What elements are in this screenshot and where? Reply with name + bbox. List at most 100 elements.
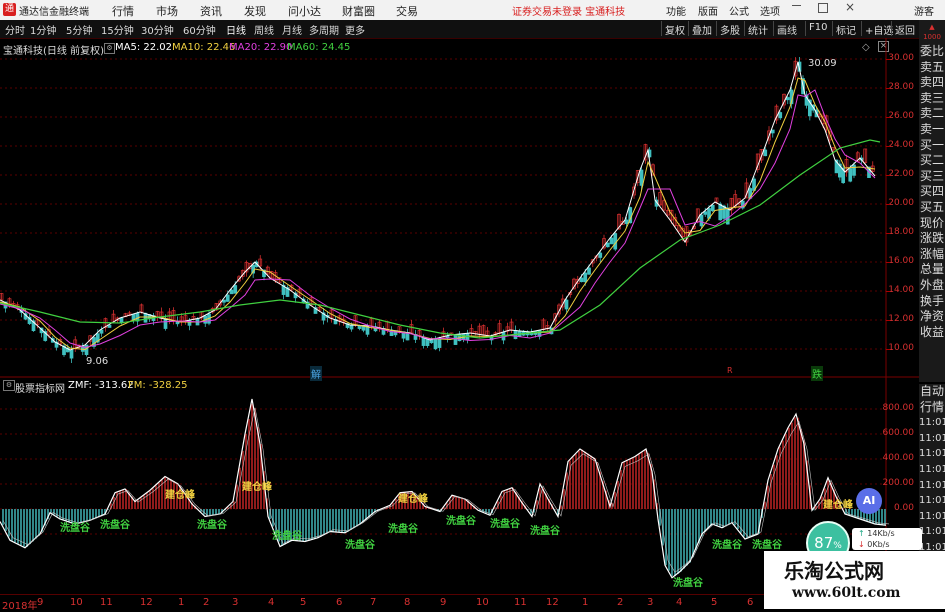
candlestick	[565, 300, 568, 309]
indicator-bar	[458, 497, 460, 509]
valley-annotation: 洗盘谷	[712, 536, 742, 551]
ai-assistant-button[interactable]: AI	[856, 488, 882, 514]
time-entry: 11:01	[919, 415, 945, 431]
candlestick	[223, 300, 226, 302]
side-panel-item[interactable]: 委比	[919, 44, 945, 60]
date-tick: 2	[203, 597, 209, 608]
side-header-value: 1000	[919, 32, 945, 42]
date-tick: 10	[476, 597, 489, 608]
side-panel-item[interactable]: 买四	[919, 184, 945, 200]
peak-annotation: 建仓峰	[398, 490, 428, 505]
side-panel-item[interactable]: 净资	[919, 309, 945, 325]
date-tick: 4	[268, 597, 274, 608]
time-entry: 11:01	[919, 478, 945, 494]
indicator-bar	[239, 468, 241, 509]
indicator-bar	[320, 509, 322, 537]
date-tick: 6	[336, 597, 342, 608]
side-panel-item[interactable]: 收益	[919, 325, 945, 341]
download-rate: ↓ 0Kb/s	[858, 539, 922, 550]
indicator-bar	[359, 509, 361, 525]
indicator-bar	[593, 458, 595, 509]
price-tick: 14.00	[874, 285, 914, 295]
side-panel-item[interactable]: 卖三	[919, 91, 945, 107]
indicator-bar	[707, 509, 709, 529]
indicator-bar	[452, 495, 454, 509]
ma20-line	[0, 90, 875, 348]
indicator-bar	[638, 454, 640, 509]
indicator-bar	[338, 509, 340, 532]
side-panel-item[interactable]: 外盘	[919, 278, 945, 294]
indicator-bar	[689, 509, 691, 563]
candlestick	[584, 273, 587, 282]
side-panel-item[interactable]: 现价	[919, 216, 945, 232]
date-tick: 12	[140, 597, 153, 608]
candlestick	[779, 113, 782, 118]
time-entry: 11:01	[919, 446, 945, 462]
r-marker[interactable]: R	[727, 366, 733, 375]
side-panel-item[interactable]: 买三	[919, 169, 945, 185]
drop-marker[interactable]: 跌	[811, 366, 823, 381]
indicator-bar	[461, 498, 463, 509]
side-panel-item[interactable]: 自动	[919, 384, 945, 400]
candlestick	[430, 340, 433, 343]
candlestick	[234, 286, 237, 294]
speed-value: 87	[814, 534, 833, 552]
date-tick: 9	[37, 597, 43, 608]
indicator-bar	[329, 509, 331, 532]
side-panel-item[interactable]: 行情	[919, 400, 945, 416]
indicator-bar	[26, 509, 28, 547]
indicator-bar	[749, 509, 751, 537]
date-tick: 5	[711, 597, 717, 608]
indicator-bar	[731, 509, 733, 523]
indicator-bar	[635, 457, 637, 510]
indicator-bar	[797, 418, 799, 509]
indicator-bar	[317, 509, 319, 538]
indicator-bar	[641, 452, 643, 509]
side-panel-item[interactable]: 买一	[919, 138, 945, 154]
indicator-tick: 600.00	[874, 428, 914, 438]
indicator-bar	[500, 495, 502, 509]
price-tick-mark	[886, 204, 890, 205]
indicator-bar	[32, 509, 34, 541]
indicator-bar	[692, 509, 694, 557]
price-tick: 10.00	[874, 343, 914, 353]
side-panel-item[interactable]: 涨幅	[919, 247, 945, 263]
high-price-label: 30.09	[808, 58, 837, 69]
indicator-bar	[305, 509, 307, 542]
price-tick: 22.00	[874, 169, 914, 179]
price-tick: 28.00	[874, 82, 914, 92]
indicator-bar	[794, 417, 796, 509]
unlock-marker[interactable]: 解	[310, 366, 322, 381]
indicator-tick: 800.00	[874, 403, 914, 413]
candlestick	[108, 325, 111, 327]
date-tick: 12	[546, 597, 559, 608]
side-header-arrow[interactable]: ▲	[919, 22, 945, 32]
side-panel-item[interactable]: 卖一	[919, 122, 945, 138]
network-speed-box: ↑ 14Kb/s ↓ 0Kb/s	[852, 528, 922, 550]
side-panel-item[interactable]: 买五	[919, 200, 945, 216]
side-panel-item[interactable]: 卖二	[919, 106, 945, 122]
indicator-bar	[233, 502, 235, 510]
valley-annotation: 洗盘谷	[530, 522, 560, 537]
price-tick-mark	[886, 88, 890, 89]
candlestick	[625, 220, 628, 224]
indicator-bar	[701, 509, 703, 536]
candlestick	[771, 130, 774, 133]
side-panel-item[interactable]: 涨跌	[919, 231, 945, 247]
valley-annotation: 洗盘谷	[490, 515, 520, 530]
date-tick: 9	[440, 597, 446, 608]
side-panel-item[interactable]: 买二	[919, 153, 945, 169]
side-panel-item[interactable]: 总量	[919, 262, 945, 278]
date-tick: 11	[100, 597, 113, 608]
candlesticks	[0, 57, 874, 363]
side-panel-item[interactable]: 卖五	[919, 60, 945, 76]
watermark-title: 乐淘公式网	[784, 555, 884, 584]
side-panel-item[interactable]: 换手	[919, 294, 945, 310]
indicator-settings-icon[interactable]: ⚙	[3, 380, 15, 391]
side-panel-item[interactable]: 卖四	[919, 75, 945, 91]
price-tick: 24.00	[874, 140, 914, 150]
indicator-bar	[746, 509, 748, 539]
candlestick	[226, 295, 229, 301]
indicator-bar	[332, 509, 334, 532]
time-entry: 11:01	[919, 462, 945, 478]
